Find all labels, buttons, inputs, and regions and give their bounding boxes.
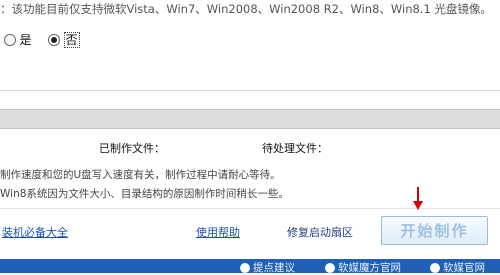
start-button-label: 开始制作	[400, 222, 469, 240]
pending-files-label: 待处理文件：	[262, 142, 328, 155]
option-no[interactable]: 否	[48, 31, 80, 48]
radio-yes-icon[interactable]	[4, 33, 16, 46]
suggest-icon	[240, 262, 250, 273]
option-no-label: 否	[63, 32, 80, 48]
bottom-bar: 提点建议 软媒魔方官网 软媒官网	[0, 259, 500, 274]
site-icon	[430, 262, 440, 273]
help-link[interactable]: 使用帮助	[196, 224, 240, 240]
feature-note: ：该功能目前仅支持微软Vista、Win7、Win2008、Win2008 R2…	[0, 2, 492, 16]
red-down-arrow-icon	[413, 187, 423, 210]
radio-no-icon[interactable]	[48, 33, 60, 46]
start-button[interactable]: 开始制作	[381, 216, 488, 245]
essentials-link[interactable]: 装机必备大全	[2, 224, 68, 240]
globe-icon	[325, 262, 335, 273]
made-files-label: 已制作文件：	[99, 142, 165, 155]
info-line-1: 制作速度和您的U盘写入速度有关，制作过程中请耐心等待。	[0, 169, 281, 181]
progress-bar	[0, 109, 500, 129]
option-yes[interactable]: 是	[4, 31, 32, 48]
repair-boot-sector-link[interactable]: 修复启动扇区	[287, 224, 353, 240]
section-divider	[0, 90, 500, 91]
option-yes-label: 是	[19, 33, 32, 47]
footer-divider	[0, 208, 500, 209]
info-line-2: Win8系统因为文件大小、目录结构的原因制作时间稍长一些。	[0, 188, 289, 200]
